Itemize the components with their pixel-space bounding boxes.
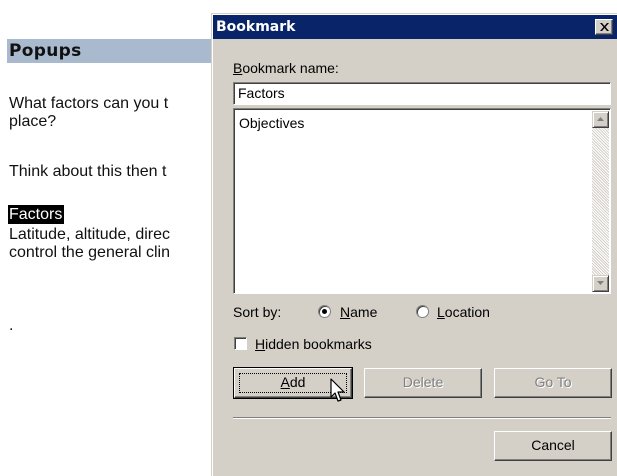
close-icon bbox=[600, 23, 609, 31]
cancel-button[interactable]: Cancel bbox=[494, 431, 612, 461]
mouse-cursor-icon bbox=[330, 378, 345, 402]
bookmark-list[interactable]: Objectives bbox=[233, 108, 611, 294]
sort-name-radio[interactable] bbox=[318, 305, 331, 318]
bookmark-name-label: Bookmark name: bbox=[233, 60, 339, 76]
document-line: control the general clin bbox=[9, 244, 170, 261]
go-to-button[interactable]: Go To bbox=[494, 368, 612, 398]
bookmark-name-input[interactable]: Factors bbox=[233, 82, 611, 105]
dialog-separator bbox=[233, 417, 611, 419]
arrow-up-icon bbox=[597, 117, 604, 121]
vertical-scrollbar[interactable] bbox=[592, 111, 609, 292]
document-heading: Popups bbox=[7, 39, 227, 63]
bookmark-dialog: Bookmark Bookmark name: Factors Objectiv… bbox=[211, 13, 617, 476]
delete-button[interactable]: Delete bbox=[364, 368, 482, 398]
scroll-up-button[interactable] bbox=[592, 111, 609, 128]
dialog-titlebar[interactable]: Bookmark bbox=[213, 15, 617, 39]
document-line: place? bbox=[9, 113, 57, 130]
sort-by-label: Sort by: bbox=[233, 304, 282, 320]
sort-location-radio[interactable] bbox=[416, 305, 429, 318]
arrow-down-icon bbox=[597, 281, 604, 285]
document-line: What factors can you t bbox=[9, 95, 169, 112]
document-line: Think about this then t bbox=[9, 163, 167, 180]
sort-location-label[interactable]: Location bbox=[437, 304, 490, 320]
scroll-down-button[interactable] bbox=[592, 275, 609, 292]
document-line: . bbox=[9, 317, 14, 334]
dialog-title: Bookmark bbox=[216, 19, 296, 35]
radio-selected-dot bbox=[322, 309, 327, 314]
list-item[interactable]: Objectives bbox=[239, 115, 304, 131]
hidden-bookmarks-checkbox[interactable] bbox=[234, 337, 247, 350]
close-button[interactable] bbox=[595, 19, 613, 35]
selected-text: Factors bbox=[8, 205, 65, 224]
sort-name-label[interactable]: Name bbox=[340, 304, 377, 320]
document-line: Latitude, altitude, direc bbox=[9, 226, 170, 243]
hidden-bookmarks-label[interactable]: Hidden bookmarks bbox=[255, 336, 372, 352]
